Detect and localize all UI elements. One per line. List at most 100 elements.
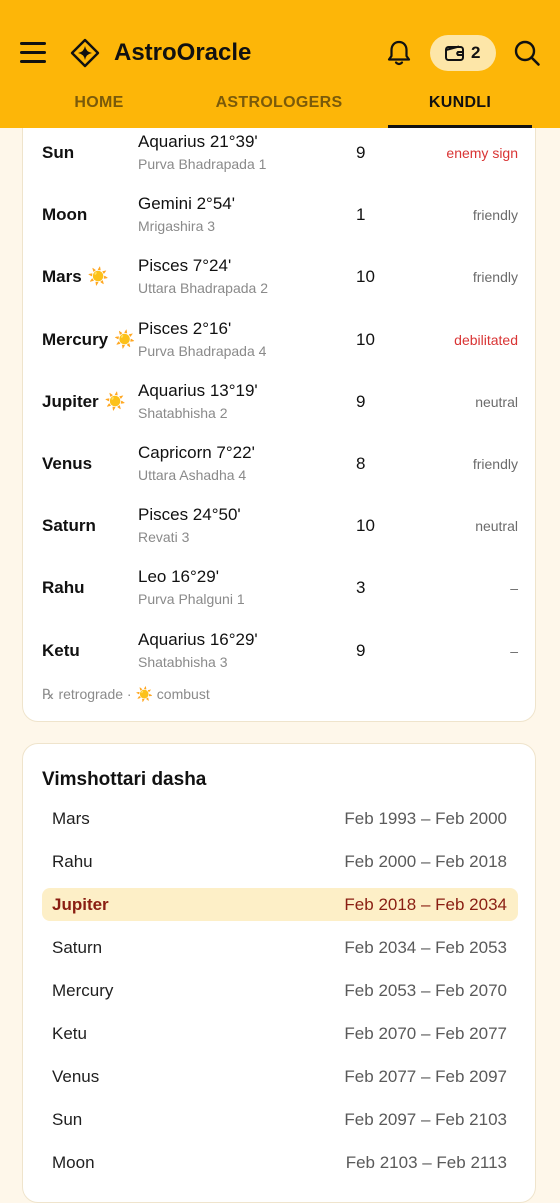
planet-sign: Capricorn 7°22': [138, 443, 255, 462]
dasha-row-venus[interactable]: Venus Feb 2077 – Feb 2097: [42, 1060, 518, 1093]
dasha-row-mercury[interactable]: Mercury Feb 2053 – Feb 2070: [42, 974, 518, 1007]
planet-row-venus: Venus Capricorn 7°22' Uttara Ashadha 4 8 fri…: [23, 432, 537, 494]
dasha-row-mars[interactable]: Mars Feb 1993 – Feb 2000: [42, 802, 518, 835]
planet-house: 10: [356, 516, 375, 536]
wallet-icon: [445, 45, 464, 61]
app-bar: AstroOracle 2 HOME ASTROLOGERS KUNDLI: [0, 0, 560, 128]
planet-row-rahu: Rahu Leo 16°29' Purva Phalguni 1 3 –: [23, 556, 537, 618]
dasha-range: Feb 1993 – Feb 2000: [344, 809, 507, 828]
planet-nakshatra: Purva Phalguni 1: [138, 591, 245, 608]
planet-row-moon: Moon Gemini 2°54' Mrigashira 3 1 friendly: [23, 183, 537, 245]
menu-icon[interactable]: [18, 38, 48, 68]
planet-positions-card: Sun Aquarius 21°39' Purva Bhadrapada 1 9 ene…: [22, 100, 536, 722]
dasha-range: Feb 2053 – Feb 2070: [344, 981, 507, 1000]
dasha-row-rahu[interactable]: Rahu Feb 2000 – Feb 2018: [42, 845, 518, 878]
dasha-range: Feb 2018 – Feb 2034: [344, 895, 507, 914]
planet-house: 3: [356, 578, 366, 598]
dasha-planet: Sun: [52, 1110, 83, 1129]
planet-name: Mercury ☀️: [42, 329, 136, 349]
planet-name: Sun: [42, 143, 75, 162]
planet-row-mars: Mars ☀️ Pisces 7°24' Uttara Bhadrapada 2 10 f…: [23, 245, 537, 307]
planet-dignity: neutral: [475, 393, 518, 410]
planet-name: Rahu: [42, 578, 85, 598]
planet-nakshatra: Uttara Bhadrapada 2: [138, 280, 268, 297]
wallet-count: 2: [471, 43, 481, 62]
planet-house: 9: [356, 640, 366, 660]
dasha-planet: Saturn: [52, 938, 103, 957]
planet-house: 9: [356, 391, 366, 411]
planet-dignity: –: [510, 642, 518, 659]
planet-legend: ℞ retrograde · ☀️ combust: [42, 685, 210, 703]
dasha-row-sun[interactable]: Sun Feb 2097 – Feb 2103: [42, 1103, 518, 1136]
dasha-range: Feb 2103 – Feb 2113: [345, 1153, 507, 1172]
planet-row-mercury: Mercury ☀️ Pisces 2°16' Purva Bhadrapada 4 1…: [23, 308, 537, 370]
planet-name: Venus: [42, 454, 93, 473]
planet-nakshatra: Purva Bhadrapada 4: [138, 342, 267, 359]
dasha-range: Feb 2097 – Feb 2103: [344, 1110, 507, 1129]
combust-icon: ☀️: [104, 391, 126, 411]
tab-astrologers[interactable]: ASTROLOGERS: [196, 84, 362, 128]
planet-nakshatra: Uttara Ashadha 4: [138, 467, 247, 483]
tab-kundli[interactable]: KUNDLI: [388, 84, 532, 128]
planet-nakshatra: Purva Bhadrapada 1: [138, 156, 267, 172]
planet-sign: Aquarius 13°19': [138, 380, 258, 400]
legend-retrograde: ℞ retrograde ·: [42, 686, 136, 702]
planet-name: Moon: [42, 205, 88, 225]
dasha-planet: Jupiter: [52, 895, 109, 914]
planet-dignity: friendly: [472, 456, 518, 472]
wallet-button[interactable]: 2: [430, 35, 496, 71]
dasha-planet: Mercury: [52, 981, 114, 1000]
planet-sign: Gemini 2°54': [138, 194, 235, 214]
planet-name: Saturn: [42, 516, 96, 536]
legend-combust: combust: [152, 686, 210, 702]
astro-logo-icon: [70, 38, 100, 68]
planet-sign: Aquarius 21°39': [138, 132, 258, 151]
tab-bar: HOME ASTROLOGERS KUNDLI: [0, 84, 560, 128]
planet-dignity: debilitated: [454, 331, 518, 348]
dasha-range: Feb 2077 – Feb 2097: [344, 1067, 507, 1086]
planet-name: Ketu: [42, 640, 80, 660]
legend-combust-icon: ☀️: [135, 686, 153, 702]
planet-dignity: neutral: [475, 518, 518, 535]
dasha-range: Feb 2070 – Feb 2077: [344, 1024, 507, 1043]
tab-home[interactable]: HOME: [40, 84, 158, 128]
dasha-row-moon[interactable]: Moon Feb 2103 – Feb 2113: [42, 1146, 518, 1179]
dasha-planet: Rahu: [52, 852, 93, 871]
planet-nakshatra: Mrigashira 3: [138, 218, 216, 235]
combust-icon: ☀️: [87, 267, 109, 287]
planet-sign: Pisces 7°24': [138, 256, 232, 276]
dasha-range: Feb 2000 – Feb 2018: [344, 852, 507, 871]
app-title: AstroOracle: [114, 39, 252, 66]
planet-row-ketu: Ketu Aquarius 16°29' Shatabhisha 3 9 –: [23, 619, 537, 681]
dasha-planet: Ketu: [52, 1024, 87, 1043]
planet-house: 10: [356, 267, 375, 287]
planet-name: Mars ☀️: [42, 267, 109, 287]
planet-dignity: friendly: [472, 207, 518, 224]
planet-row-sun: Sun Aquarius 21°39' Purva Bhadrapada 1 9 ene…: [23, 121, 537, 183]
planet-nakshatra: Shatabhisha 3: [138, 653, 228, 670]
planet-name: Jupiter ☀️: [42, 391, 126, 411]
dasha-row-ketu[interactable]: Ketu Feb 2070 – Feb 2077: [42, 1017, 518, 1050]
planet-nakshatra: Shatabhisha 2: [138, 404, 228, 421]
dasha-row-saturn[interactable]: Saturn Feb 2034 – Feb 2053: [42, 931, 518, 964]
dasha-planet: Mars: [52, 809, 90, 828]
combust-icon: ☀️: [114, 329, 136, 349]
active-tab-indicator: [388, 125, 532, 128]
dasha-card: Vimshottari dasha Mars Feb 1993 – Feb 200…: [22, 743, 536, 1203]
planet-dignity: –: [510, 580, 518, 597]
planet-sign: Leo 16°29': [138, 567, 219, 587]
search-icon[interactable]: [512, 38, 542, 68]
dasha-row-jupiter[interactable]: Jupiter Feb 2018 – Feb 2034: [42, 888, 518, 921]
planet-sign: Pisces 2°16': [138, 318, 232, 338]
bell-icon[interactable]: [384, 38, 414, 68]
planet-row-jupiter: Jupiter ☀️ Aquarius 13°19' Shatabhisha 2 9 ne…: [23, 370, 537, 432]
planet-row-saturn: Saturn Pisces 24°50' Revati 3 10 neutral: [23, 494, 537, 556]
planet-sign: Pisces 24°50': [138, 505, 241, 525]
dasha-planet: Venus: [52, 1067, 100, 1086]
planet-nakshatra: Revati 3: [138, 529, 190, 546]
dasha-range: Feb 2034 – Feb 2053: [344, 938, 507, 957]
planet-house: 10: [356, 329, 375, 349]
planet-house: 1: [356, 205, 366, 225]
planet-sign: Aquarius 16°29': [138, 629, 258, 649]
planet-dignity: friendly: [472, 269, 518, 286]
